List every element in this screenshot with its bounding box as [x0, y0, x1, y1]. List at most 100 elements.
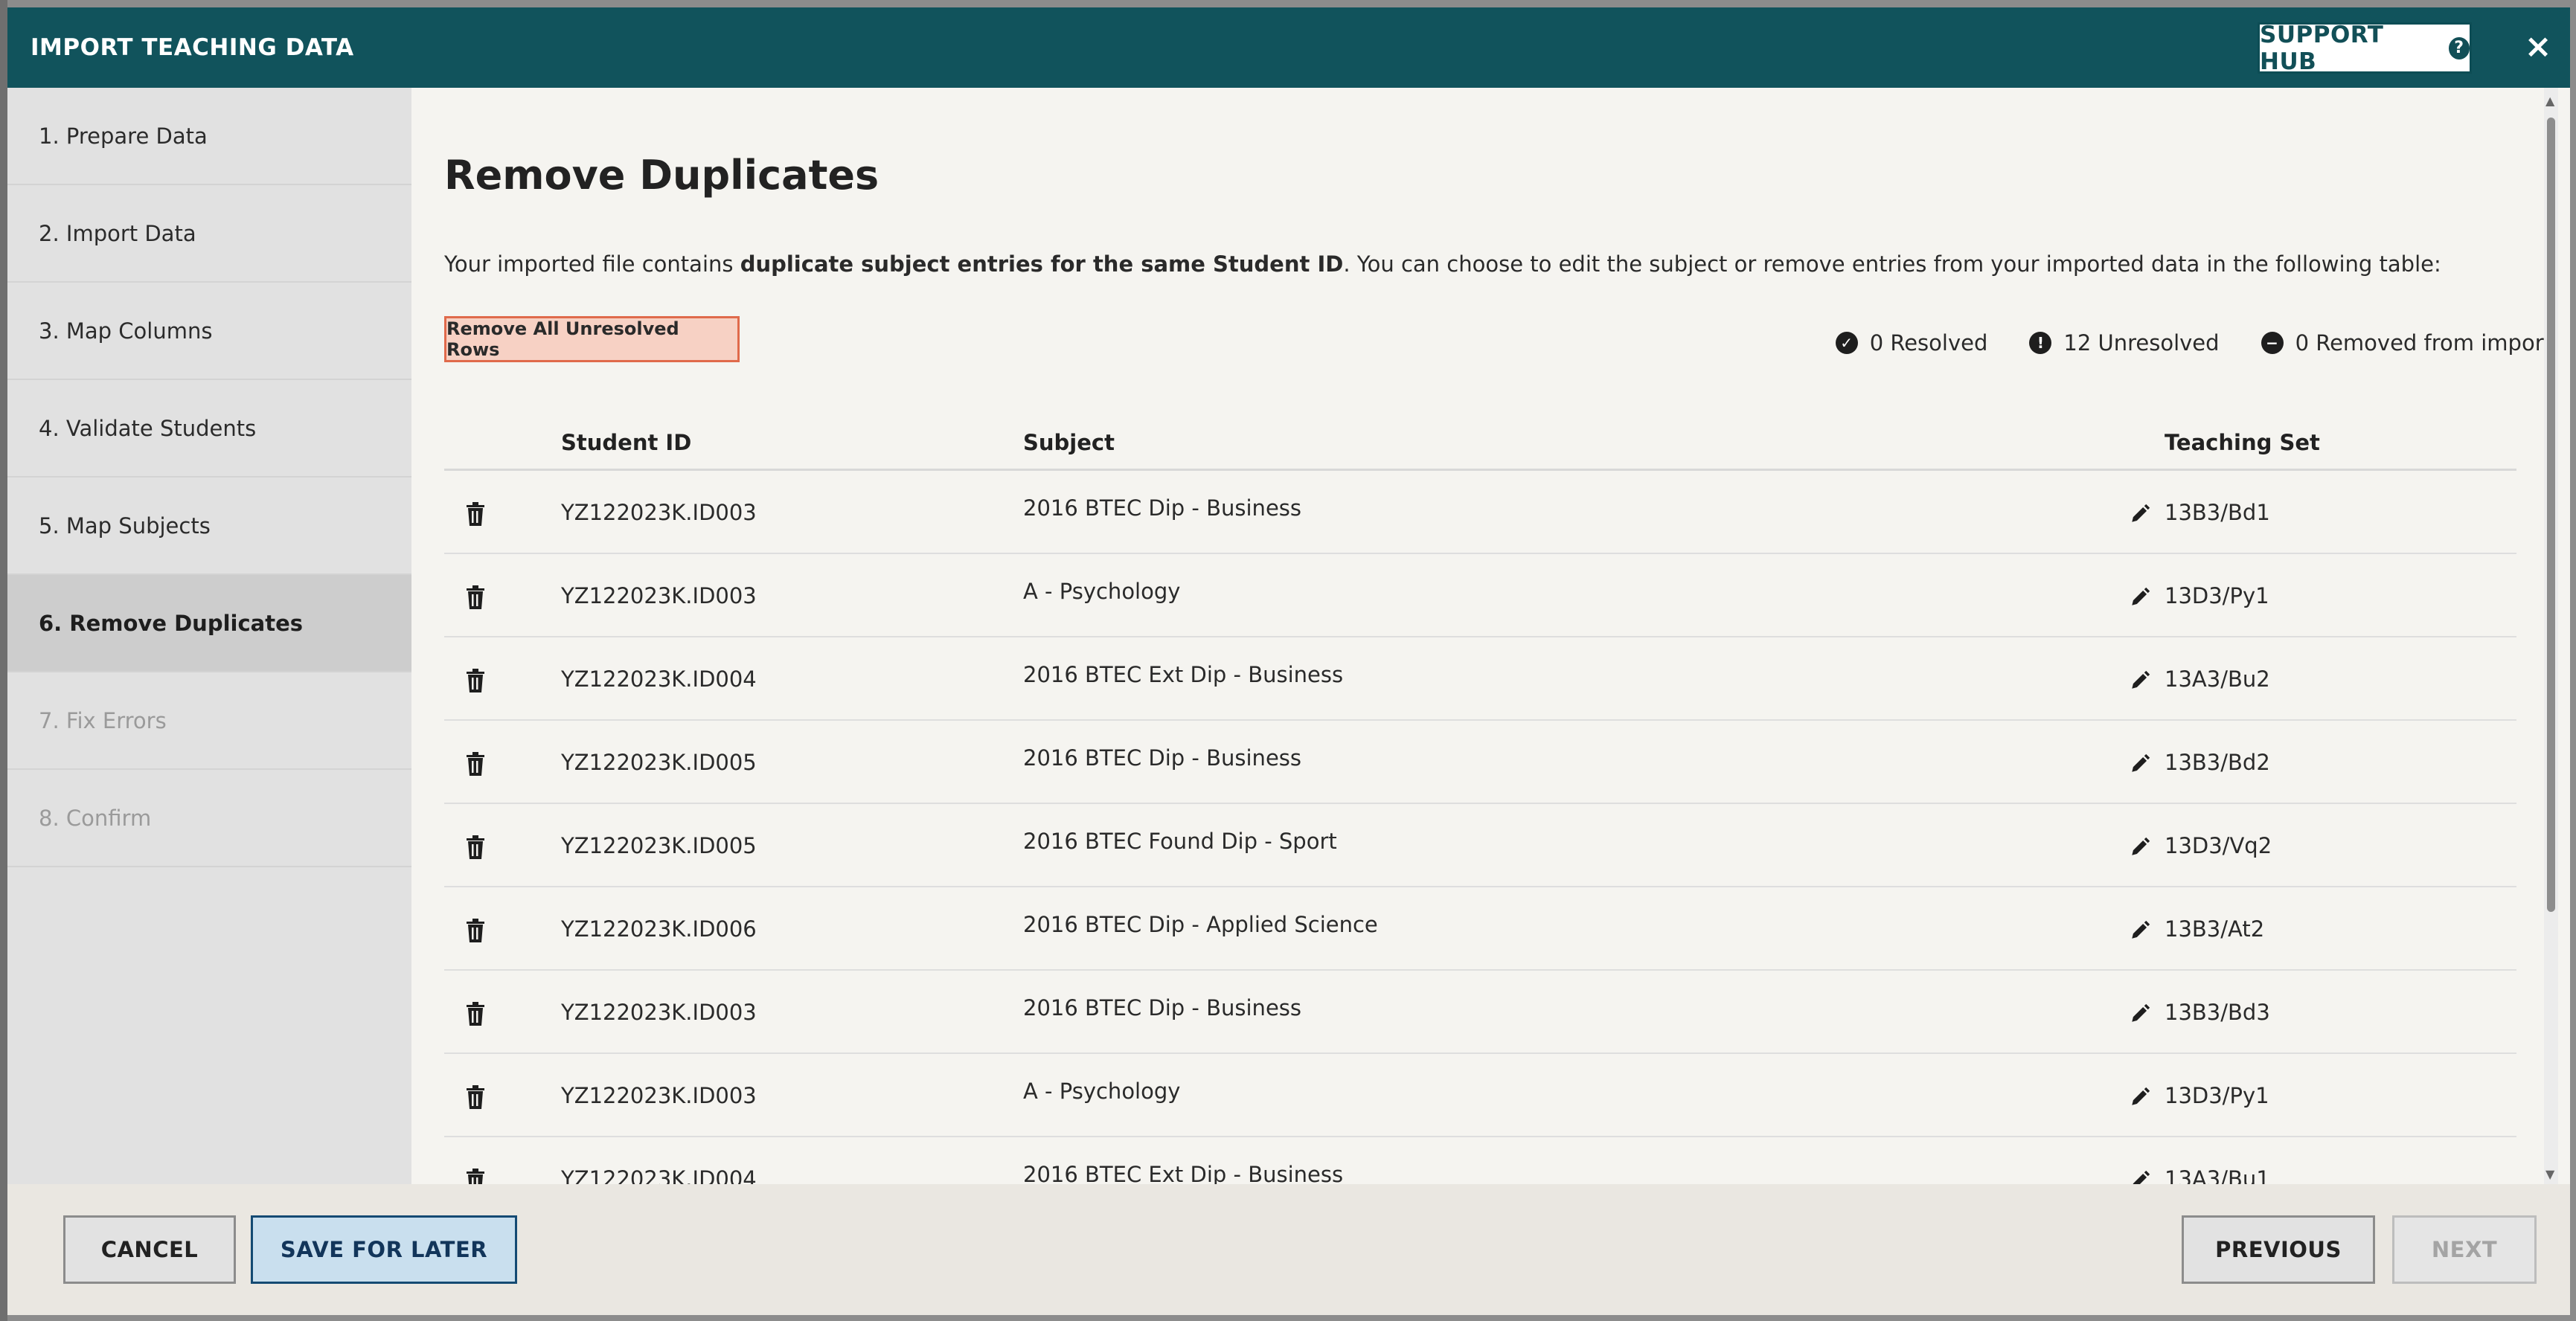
- teaching-set-cell: 13A3/Bu1: [2165, 1166, 2270, 1184]
- pencil-icon: [2130, 916, 2150, 942]
- edit-subject-button[interactable]: [2130, 887, 2159, 971]
- pencil-icon: [2130, 1166, 2150, 1184]
- subject-cell: 2016 BTEC Dip - Business: [1023, 495, 1301, 521]
- question-circle-icon: ?: [2448, 36, 2470, 60]
- teaching-set-cell: 13D3/Py1: [2165, 1083, 2269, 1108]
- table-row: YZ122023K.ID005 2016 BTEC Found Dip - Spo…: [444, 804, 2516, 887]
- edit-subject-button[interactable]: [2130, 971, 2159, 1054]
- main-content: Remove Duplicates Your imported file con…: [411, 88, 2558, 1184]
- step-fix-errors: 7. Fix Errors: [7, 672, 411, 770]
- trash-icon: [465, 666, 486, 692]
- edit-subject-button[interactable]: [2130, 554, 2159, 637]
- step-remove-duplicates[interactable]: 6. Remove Duplicates: [7, 575, 411, 672]
- column-header-student-id: Student ID: [561, 430, 692, 455]
- status-resolved-label: 0 Resolved: [1869, 330, 1988, 356]
- table-row: YZ122023K.ID004 2016 BTEC Ext Dip - Busin…: [444, 637, 2516, 721]
- table-row: YZ122023K.ID003 2016 BTEC Dip - Business 1…: [444, 971, 2516, 1054]
- subject-cell: 2016 BTEC Found Dip - Sport: [1023, 829, 1337, 854]
- status-removed-label: 0 Removed from import: [2295, 330, 2552, 356]
- teaching-set-cell: 13D3/Vq2: [2165, 833, 2272, 858]
- edit-subject-button[interactable]: [2130, 471, 2159, 554]
- subject-cell: A - Psychology: [1023, 1079, 1181, 1104]
- previous-button[interactable]: PREVIOUS: [2182, 1215, 2375, 1284]
- delete-row-button[interactable]: [465, 554, 495, 637]
- pencil-icon: [2130, 833, 2150, 858]
- step-label: 7. Fix Errors: [39, 708, 167, 733]
- delete-row-button[interactable]: [465, 1054, 495, 1137]
- minus-circle-icon: −: [2261, 332, 2284, 354]
- delete-row-button[interactable]: [465, 887, 495, 971]
- delete-row-button[interactable]: [465, 637, 495, 721]
- modal-title: IMPORT TEACHING DATA: [31, 34, 354, 61]
- pencil-icon: [2130, 666, 2150, 692]
- cancel-button[interactable]: CANCEL: [63, 1215, 236, 1284]
- teaching-set-cell: 13B3/Bd1: [2165, 500, 2270, 525]
- subject-cell: 2016 BTEC Dip - Applied Science: [1023, 912, 1378, 937]
- teaching-set-cell: 13D3/Py1: [2165, 583, 2269, 608]
- scroll-down-arrow-icon[interactable]: ▼: [2545, 1167, 2554, 1181]
- duplicates-table: Student ID Subject Teaching Set YZ122023…: [444, 415, 2516, 1184]
- close-icon[interactable]: ×: [2521, 30, 2555, 64]
- step-map-columns[interactable]: 3. Map Columns: [7, 283, 411, 380]
- delete-row-button[interactable]: [465, 971, 495, 1054]
- step-label: 3. Map Columns: [39, 318, 213, 344]
- step-map-subjects[interactable]: 5. Map Subjects: [7, 478, 411, 575]
- support-hub-label: SUPPORT HUB: [2260, 21, 2384, 75]
- intro-text: Your imported file contains duplicate su…: [444, 251, 2528, 277]
- step-validate-students[interactable]: 4. Validate Students: [7, 380, 411, 478]
- edit-subject-button[interactable]: [2130, 804, 2159, 887]
- step-label: 5. Map Subjects: [39, 513, 211, 539]
- edit-subject-button[interactable]: [2130, 1054, 2159, 1137]
- student-id-cell: YZ122023K.ID004: [561, 1166, 757, 1184]
- student-id-cell: YZ122023K.ID005: [561, 750, 757, 775]
- teaching-set-cell: 13B3/Bd3: [2165, 1000, 2270, 1025]
- student-id-cell: YZ122023K.ID003: [561, 1083, 757, 1108]
- intro-text-bold: duplicate subject entries for the same S…: [740, 251, 1344, 277]
- trash-icon: [465, 1000, 486, 1026]
- delete-row-button[interactable]: [465, 471, 495, 554]
- status-resolved: ✓ 0 Resolved: [1835, 330, 1988, 356]
- trash-icon: [465, 916, 486, 942]
- step-prepare-data[interactable]: 1. Prepare Data: [7, 88, 411, 185]
- status-summary: ✓ 0 Resolved ! 12 Unresolved − 0 Removed…: [1835, 324, 2552, 361]
- step-label: 1. Prepare Data: [39, 123, 208, 149]
- teaching-set-cell: 13B3/Bd2: [2165, 750, 2270, 775]
- delete-row-button[interactable]: [465, 1137, 495, 1184]
- edit-subject-button[interactable]: [2130, 721, 2159, 804]
- check-circle-icon: ✓: [1835, 332, 1858, 354]
- edit-subject-button[interactable]: [2130, 1137, 2159, 1184]
- vertical-scrollbar[interactable]: ▲ ▼: [2544, 88, 2558, 1184]
- table-row: YZ122023K.ID004 2016 BTEC Ext Dip - Busin…: [444, 1137, 2516, 1184]
- support-hub-button[interactable]: SUPPORT HUB ?: [2258, 21, 2472, 75]
- scroll-up-arrow-icon[interactable]: ▲: [2545, 94, 2554, 108]
- student-id-cell: YZ122023K.ID004: [561, 666, 757, 692]
- student-id-cell: YZ122023K.ID006: [561, 916, 757, 942]
- trash-icon: [465, 750, 486, 776]
- table-header: Student ID Subject Teaching Set: [444, 415, 2516, 471]
- scroll-thumb[interactable]: [2547, 118, 2555, 912]
- teaching-set-cell: 13B3/At2: [2165, 916, 2265, 942]
- trash-icon: [465, 1083, 486, 1109]
- trash-icon: [465, 1166, 486, 1184]
- intro-text-start: Your imported file contains: [444, 251, 740, 277]
- remove-all-unresolved-button[interactable]: Remove All Unresolved Rows: [444, 316, 740, 362]
- step-label: 6. Remove Duplicates: [39, 611, 304, 636]
- subject-cell: 2016 BTEC Ext Dip - Business: [1023, 1162, 1344, 1184]
- subject-cell: 2016 BTEC Dip - Business: [1023, 745, 1301, 771]
- step-import-data[interactable]: 2. Import Data: [7, 185, 411, 283]
- steps-sidebar: 1. Prepare Data 2. Import Data 3. Map Co…: [7, 88, 411, 1184]
- table-row: YZ122023K.ID003 A - Psychology 13D3/Py1: [444, 554, 2516, 637]
- exclamation-circle-icon: !: [2029, 332, 2052, 354]
- intro-text-end: . You can choose to edit the subject or …: [1343, 251, 2441, 277]
- delete-row-button[interactable]: [465, 804, 495, 887]
- student-id-cell: YZ122023K.ID003: [561, 1000, 757, 1025]
- pencil-icon: [2130, 1000, 2150, 1025]
- edit-subject-button[interactable]: [2130, 637, 2159, 721]
- step-label: 2. Import Data: [39, 221, 196, 246]
- teaching-set-cell: 13A3/Bu2: [2165, 666, 2270, 692]
- subject-cell: 2016 BTEC Ext Dip - Business: [1023, 662, 1344, 687]
- pencil-icon: [2130, 1083, 2150, 1108]
- delete-row-button[interactable]: [465, 721, 495, 804]
- table-row: YZ122023K.ID006 2016 BTEC Dip - Applied S…: [444, 887, 2516, 971]
- save-for-later-button[interactable]: SAVE FOR LATER: [251, 1215, 517, 1284]
